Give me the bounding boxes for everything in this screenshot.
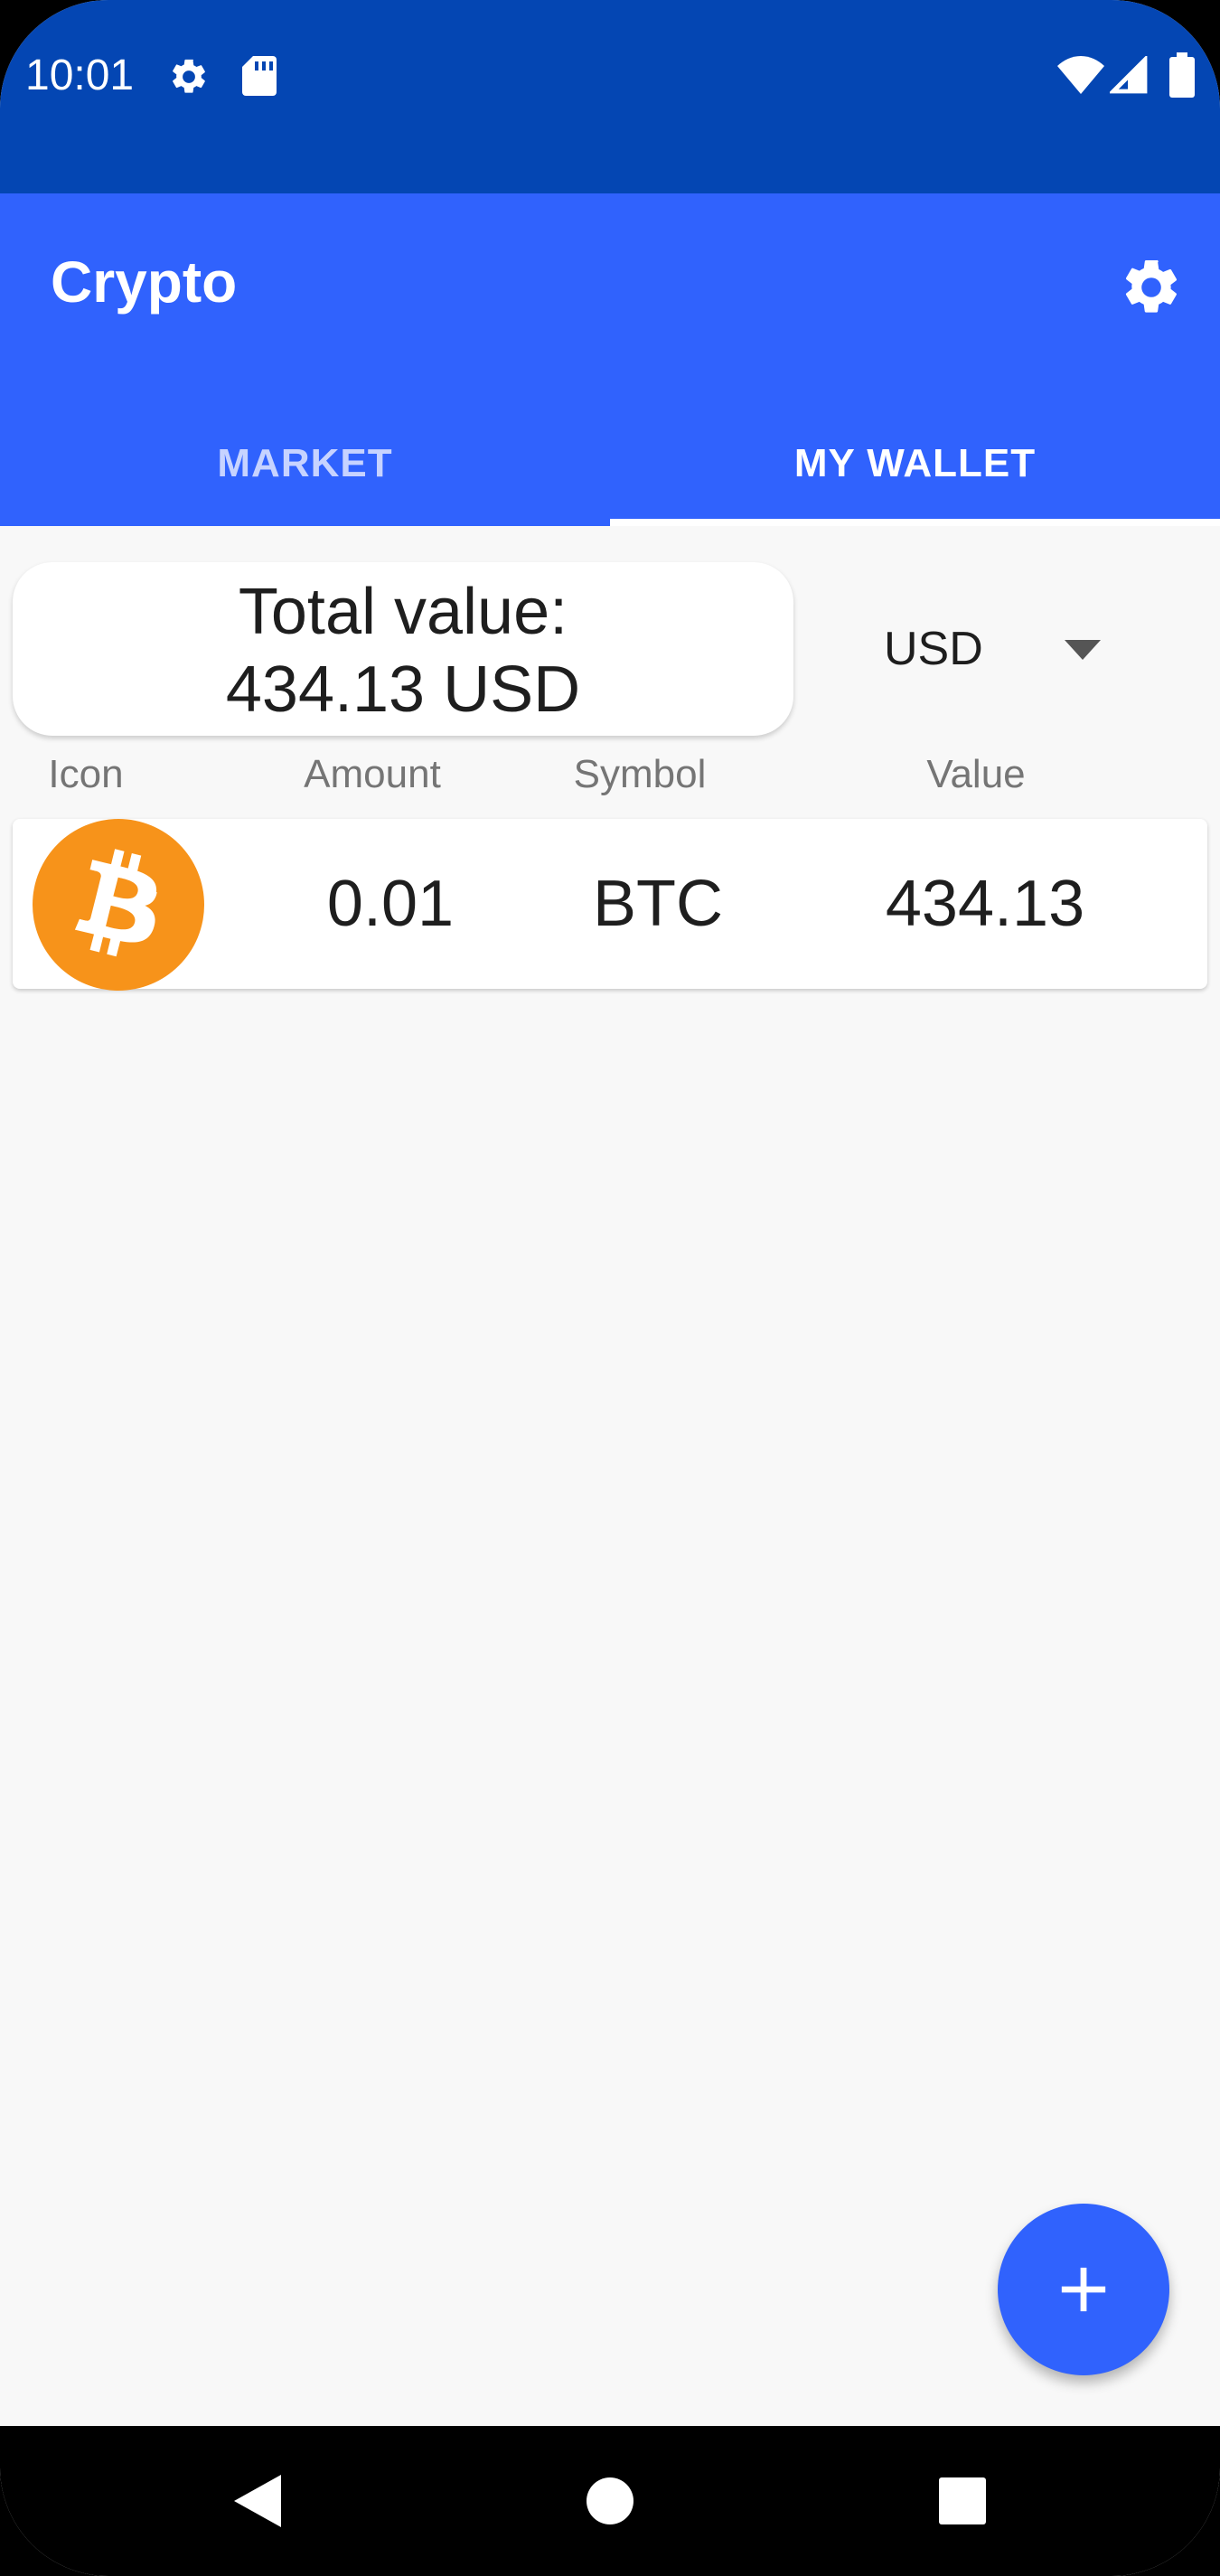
wifi-icon: [1057, 56, 1104, 94]
tab-my-wallet-label: MY WALLET: [793, 441, 1037, 485]
currency-selected-value: USD: [884, 623, 983, 675]
status-bar: 10:01: [0, 0, 1220, 193]
row-amount: 0.01: [326, 868, 455, 940]
tab-indicator: [610, 519, 1220, 526]
screen: 10:01 Crypto MARKET MY WALLET Total valu…: [0, 0, 1220, 2576]
back-icon: [234, 2475, 281, 2527]
column-header-symbol: Symbol: [573, 752, 707, 796]
column-header-amount: Amount: [304, 752, 441, 796]
sd-card-icon: [242, 56, 277, 96]
home-icon: [587, 2477, 633, 2524]
dropdown-arrow-icon: [1065, 640, 1101, 660]
recents-icon: [939, 2477, 986, 2524]
gear-icon: [173, 59, 205, 93]
total-value-label: Total value:: [238, 576, 568, 648]
column-header-value: Value: [926, 752, 1026, 796]
signal-icon: [1110, 56, 1148, 94]
row-symbol: BTC: [593, 868, 723, 940]
row-value: 434.13: [885, 868, 1085, 940]
table-row[interactable]: 0.01 BTC 434.13: [13, 819, 1207, 991]
total-value-amount: 434.13 USD: [225, 653, 581, 726]
status-time: 10:01: [25, 52, 135, 99]
app-bar: Crypto MARKET MY WALLET: [0, 193, 1220, 526]
settings-button[interactable]: [1112, 248, 1191, 327]
back-button[interactable]: [199, 2426, 316, 2576]
tab-market-label: MARKET: [217, 441, 393, 485]
gear-icon: [1125, 259, 1178, 313]
tab-market[interactable]: MARKET: [0, 403, 610, 526]
bitcoin-icon: [33, 819, 204, 991]
plus-icon: [1061, 2267, 1106, 2312]
column-header-icon: Icon: [48, 752, 124, 796]
home-button[interactable]: [551, 2426, 669, 2576]
battery-icon: [1169, 52, 1195, 98]
currency-dropdown[interactable]: USD: [849, 607, 1157, 698]
recents-button[interactable]: [904, 2426, 1021, 2576]
app-title: Crypto: [51, 249, 238, 315]
tab-my-wallet[interactable]: MY WALLET: [610, 403, 1220, 526]
add-coin-button[interactable]: [998, 2204, 1169, 2375]
total-value-card: Total value: 434.13 USD: [13, 562, 793, 736]
navigation-bar: [0, 2426, 1220, 2576]
